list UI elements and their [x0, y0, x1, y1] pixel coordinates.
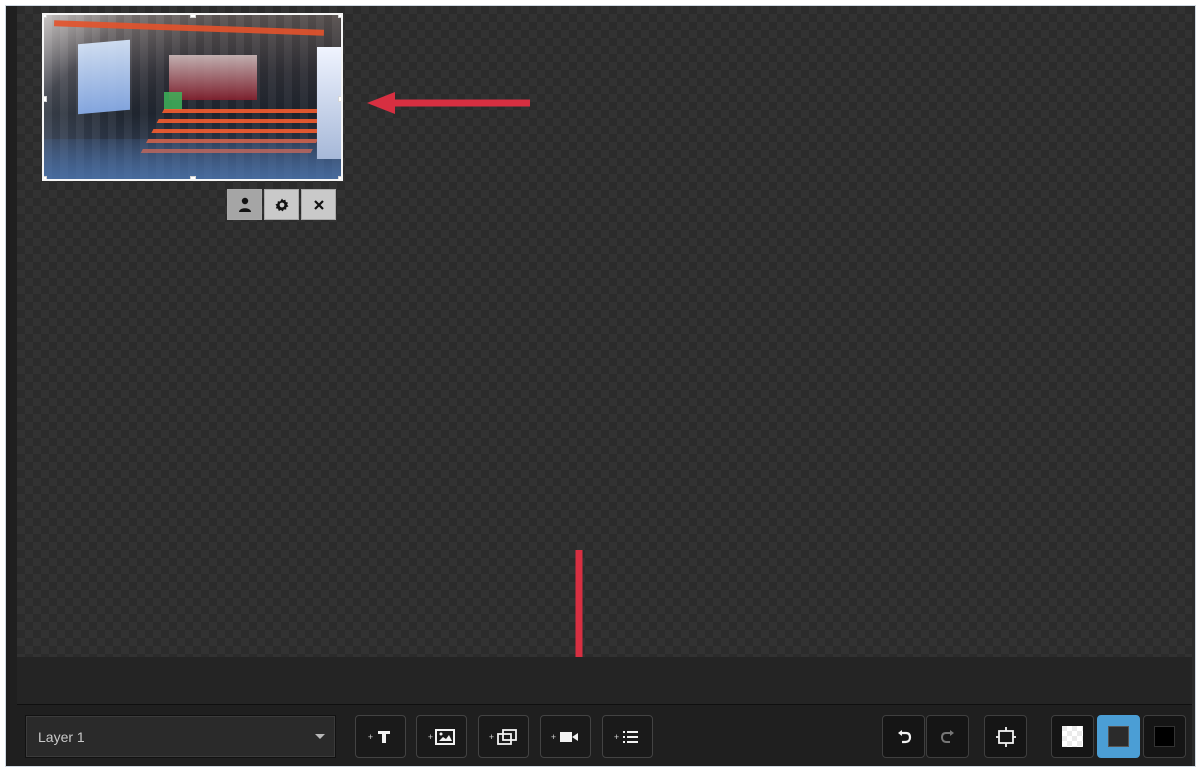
image-icon — [435, 728, 456, 745]
resize-handle-bottom-center[interactable] — [190, 176, 196, 179]
chevron-down-icon — [315, 734, 325, 739]
app-frame: Layer 1 + + + + + — [5, 5, 1196, 767]
list-icon — [623, 730, 639, 743]
layer-select[interactable]: Layer 1 — [25, 715, 336, 758]
redo-button[interactable] — [926, 715, 969, 758]
layer-select-value: Layer 1 — [38, 729, 85, 745]
annotation-arrow-left — [367, 92, 530, 114]
resize-handle-bottom-left[interactable] — [44, 176, 47, 179]
editor-window: Layer 1 + + + + + — [0, 0, 1204, 770]
video-thumbnail — [44, 15, 341, 179]
person-button[interactable] — [227, 189, 262, 220]
ceiling-beam — [53, 20, 325, 36]
resize-handle-middle-right[interactable] — [338, 96, 341, 102]
floor-area — [44, 139, 341, 179]
black-swatch-icon — [1154, 726, 1175, 747]
undo-icon — [897, 729, 911, 743]
background-dark-button[interactable] — [1097, 715, 1140, 758]
background-black-button[interactable] — [1143, 715, 1186, 758]
undo-button[interactable] — [882, 715, 925, 758]
dark-swatch-icon — [1108, 726, 1129, 747]
resize-handle-middle-left[interactable] — [44, 96, 47, 102]
close-icon — [313, 199, 324, 210]
resize-handle-top-right[interactable] — [338, 15, 341, 18]
background-transparent-button[interactable] — [1051, 715, 1094, 758]
video-camera-icon — [560, 731, 579, 742]
add-image-button[interactable]: + — [416, 715, 467, 758]
settings-button[interactable] — [264, 189, 299, 220]
slideshow-icon — [497, 728, 518, 745]
redo-icon — [940, 729, 954, 743]
bottom-toolbar: Layer 1 + + + + + — [17, 705, 1192, 766]
resize-handle-top-center[interactable] — [190, 15, 196, 18]
person-icon — [238, 197, 251, 212]
layer-controls — [227, 189, 336, 220]
selected-video-layer[interactable] — [42, 13, 343, 181]
window-right — [317, 47, 341, 159]
canvas[interactable] — [17, 6, 1192, 714]
stage-area — [169, 55, 257, 100]
resize-handle-bottom-right[interactable] — [338, 176, 341, 179]
window-left — [78, 39, 130, 115]
text-icon — [378, 730, 391, 743]
checker-swatch-icon — [1062, 726, 1083, 747]
delete-layer-button[interactable] — [301, 189, 336, 220]
canvas-footer-area — [17, 657, 1192, 705]
fit-to-screen-button[interactable] — [984, 715, 1027, 758]
gear-icon — [275, 198, 288, 211]
add-text-button[interactable]: + — [355, 715, 406, 758]
resize-handle-top-left[interactable] — [44, 15, 47, 18]
add-video-button[interactable]: + — [540, 715, 591, 758]
fit-screen-icon — [995, 726, 1016, 747]
add-slideshow-button[interactable]: + — [478, 715, 529, 758]
add-list-button[interactable]: + — [602, 715, 653, 758]
